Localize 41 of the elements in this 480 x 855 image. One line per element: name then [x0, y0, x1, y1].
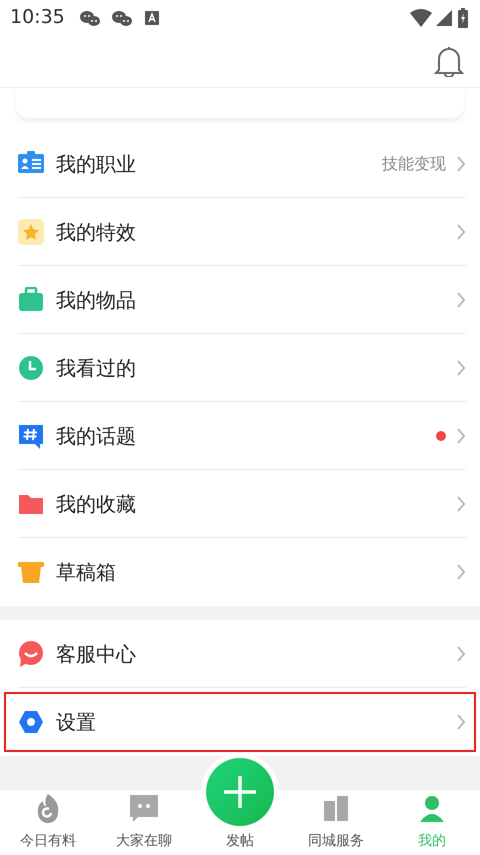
- tab-bar-item[interactable]: 今日有料: [0, 790, 96, 855]
- chevron-right-icon: [456, 713, 466, 731]
- briefcase-icon: [18, 286, 44, 312]
- item-label: 我的话题: [56, 422, 137, 450]
- chevron-right-icon: [456, 222, 466, 240]
- chevron-right-icon: [456, 494, 466, 512]
- notifications-button[interactable]: [434, 45, 464, 77]
- signal-icon: [436, 10, 452, 26]
- plus-icon: [223, 775, 257, 809]
- wifi-icon: [410, 8, 432, 26]
- tab-bar-item[interactable]: 同城服务: [288, 790, 384, 855]
- chevron-right-icon: [456, 426, 466, 444]
- chevron-right-icon: [456, 644, 466, 662]
- item-label: 草稿箱: [56, 559, 117, 586]
- bin-icon: [18, 559, 44, 585]
- item-label: 我的收藏: [56, 490, 137, 518]
- item-label: 我看过的: [56, 354, 137, 382]
- tab-bar-item[interactable]: 大家在聊: [96, 790, 192, 855]
- person-icon: [417, 793, 447, 823]
- bell-icon: [434, 45, 464, 77]
- item-label: 客服中心: [56, 640, 137, 668]
- settings-icon: [18, 709, 44, 735]
- battery-icon: [458, 8, 468, 28]
- star-effect-icon: [18, 218, 44, 244]
- city-icon: [321, 793, 351, 823]
- chevron-right-icon: [456, 563, 466, 581]
- chevron-right-icon: [456, 290, 466, 308]
- support-chat-icon: [18, 640, 44, 666]
- tab-bar-item[interactable]: 发帖: [226, 833, 254, 855]
- item-label: 我的特效: [56, 218, 137, 246]
- item-label: 我的职业: [56, 150, 137, 178]
- item-label: 我的物品: [56, 286, 137, 314]
- item-value: 技能变现: [382, 152, 446, 174]
- app-notification-icon: [144, 10, 159, 24]
- chevron-right-icon: [456, 154, 466, 172]
- chat-bubble-icon: [129, 793, 159, 823]
- item-label: 设置: [56, 709, 97, 736]
- clock-icon: [18, 354, 44, 380]
- hashtag-chat-icon: [18, 422, 44, 448]
- status-time: 10:35: [10, 5, 65, 30]
- chevron-right-icon: [456, 358, 466, 376]
